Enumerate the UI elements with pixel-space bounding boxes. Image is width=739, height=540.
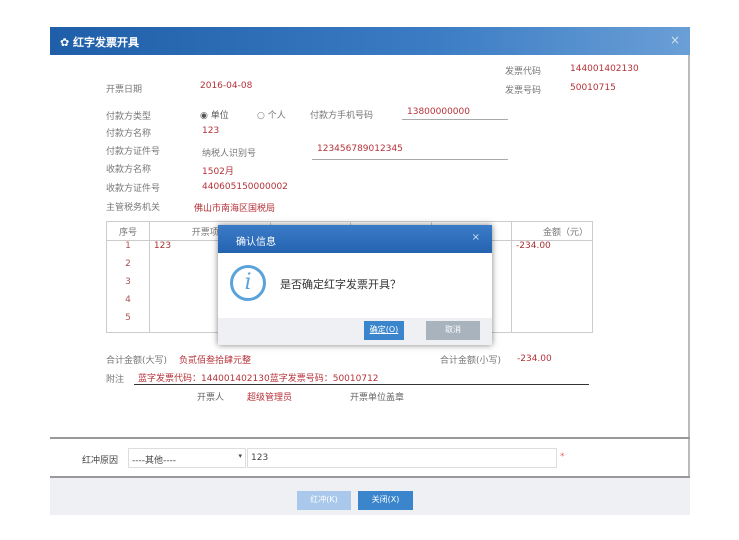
title-bar: ✿ 红字发票开具 ×: [50, 27, 690, 55]
issuer-label: 开票人: [197, 393, 225, 403]
dialog-close-icon[interactable]: ×: [472, 232, 480, 243]
dialog-title: 确认信息: [236, 237, 276, 248]
issuer-value: 超级管理员: [247, 393, 293, 403]
payee-id: 440605150000002: [202, 182, 288, 192]
info-icon: i: [230, 265, 266, 301]
total-upper-label: 合计金额(大写): [106, 356, 168, 366]
payer-phone-input[interactable]: 13800000000: [402, 107, 508, 120]
note-label: 附注: [106, 375, 125, 385]
invoice-no-label: 发票号码: [505, 86, 542, 96]
dialog-body: i 是否确定红字发票开具？: [218, 253, 492, 318]
confirm-dialog: 确认信息 × i 是否确定红字发票开具？ 确定(O) 取消: [218, 225, 492, 345]
reason-select-value: ----其他----: [132, 456, 176, 466]
dialog-message: 是否确定红字发票开具？: [280, 278, 401, 291]
tax-office-label: 主管税务机关: [106, 203, 161, 213]
window-title: 红字发票开具: [73, 36, 140, 49]
payer-id-type: 纳税人识别号: [202, 149, 257, 159]
row-no: 5: [106, 312, 150, 333]
stamp-label: 开票单位盖章: [350, 393, 405, 403]
payer-id-label: 付款方证件号: [106, 147, 161, 157]
redflush-button[interactable]: 红冲(K): [297, 491, 351, 510]
payer-name-label: 付款方名称: [106, 129, 152, 139]
required-mark: *: [560, 452, 565, 462]
total-lower-label: 合计金额(小写): [440, 356, 502, 366]
reason-select[interactable]: ----其他---- ▾: [128, 448, 246, 468]
dialog-header: 确认信息 ×: [218, 225, 492, 253]
date-value: 2016-04-08: [200, 81, 253, 91]
date-label: 开票日期: [106, 85, 143, 95]
payee-name: 1502月: [202, 167, 234, 177]
payee-name-label: 收款方名称: [106, 165, 152, 175]
total-upper: 负贰佰叁拾肆元整: [179, 356, 252, 366]
payer-phone-label: 付款方手机号码: [310, 111, 374, 121]
total-lower: -234.00: [517, 354, 552, 364]
close-button[interactable]: 关闭(X): [358, 491, 413, 510]
dropdown-arrow-icon: ▾: [238, 452, 242, 460]
confirm-ok-button[interactable]: 确定(O): [364, 321, 404, 340]
gear-icon: ✿: [60, 36, 74, 49]
row-no: 2: [106, 258, 150, 277]
payer-name: 123: [202, 126, 220, 136]
reason-label: 红冲原因: [82, 456, 119, 466]
confirm-cancel-button[interactable]: 取消: [426, 321, 480, 340]
col-header-no: 序号: [106, 221, 150, 241]
reason-text-input[interactable]: 123: [247, 448, 557, 468]
payer-type-label: 付款方类型: [106, 112, 152, 122]
invoice-code: 144001402130: [570, 64, 639, 74]
row-amount: -234.00: [511, 240, 593, 259]
tax-office: 佛山市南海区国税局: [194, 204, 276, 214]
close-icon[interactable]: ×: [670, 33, 680, 47]
invoice-no: 50010715: [570, 83, 616, 93]
payer-id-input[interactable]: 123456789012345: [312, 144, 508, 160]
invoice-code-label: 发票代码: [505, 67, 542, 77]
payee-id-label: 收款方证件号: [106, 184, 161, 194]
footer-bar: 红冲(K) 关闭(X): [50, 478, 690, 515]
reason-section: 红冲原因 ----其他---- ▾ 123 *: [50, 437, 690, 478]
note-value: 蓝字发票代码：144001402130蓝字发票号码：50010712: [134, 371, 589, 385]
radio-unit[interactable]: ◉ 单位: [200, 108, 229, 121]
col-header-amount: 金额（元）: [511, 221, 593, 241]
dialog-footer: 确定(O) 取消: [218, 318, 492, 345]
row-no: 3: [106, 276, 150, 295]
row-no: 4: [106, 294, 150, 313]
radio-individual[interactable]: ○ 个人: [257, 108, 286, 121]
radio-individual-label: 个人: [267, 111, 286, 121]
row-no: 1: [106, 240, 150, 259]
radio-unit-label: 单位: [210, 111, 229, 121]
